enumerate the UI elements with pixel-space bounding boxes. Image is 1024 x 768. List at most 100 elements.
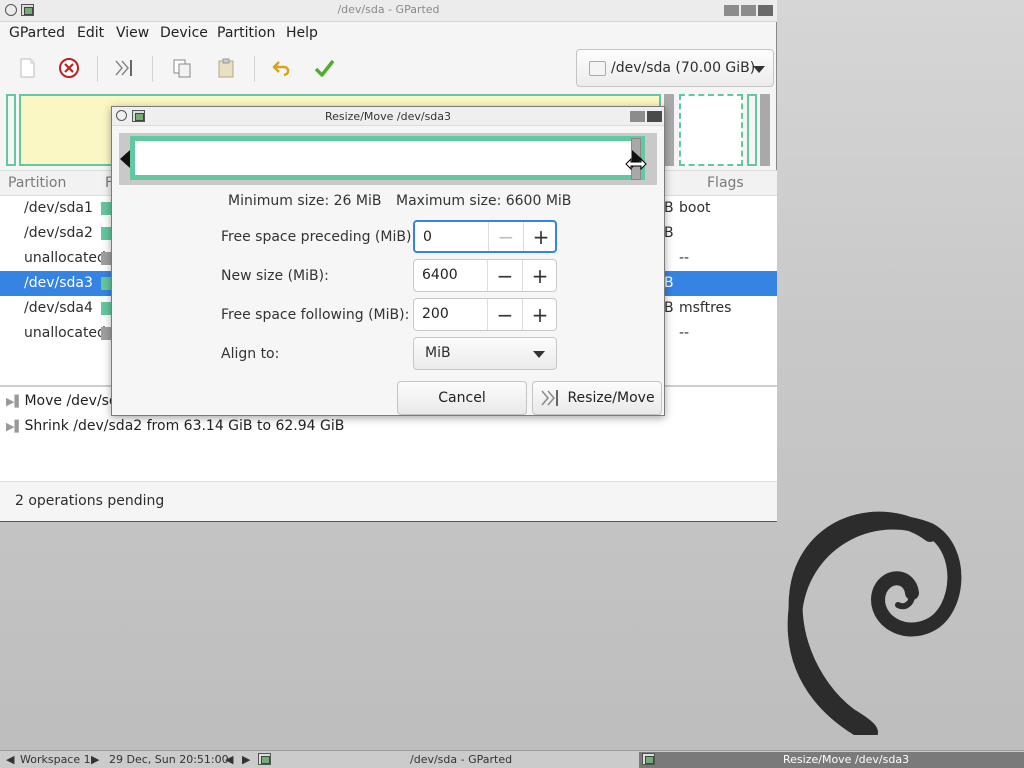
partition-map-segment[interactable] — [747, 94, 757, 166]
resize-move-button[interactable] — [110, 54, 138, 82]
align-to-label: Align to: — [221, 346, 280, 362]
partition-flags: -- — [679, 250, 690, 266]
menu-help[interactable]: Help — [286, 25, 318, 41]
dialog-title: Resize/Move /dev/sda3 — [324, 110, 452, 123]
align-to-value: MiB — [425, 345, 451, 361]
device-selector-label: /dev/sda (70.00 GiB) — [611, 60, 756, 76]
workspace-next-icon[interactable]: ▶ — [91, 753, 99, 766]
column-header-partition[interactable]: Partition — [8, 175, 66, 191]
device-selector[interactable]: /dev/sda (70.00 GiB) — [576, 49, 774, 87]
copy-icon — [173, 59, 191, 78]
minimize-button[interactable] — [724, 5, 739, 16]
close-button[interactable] — [758, 5, 773, 16]
checkmark-icon — [314, 59, 335, 77]
increment-button[interactable]: + — [522, 299, 557, 330]
clock[interactable]: 29 Dec, Sun 20:51:00 — [109, 753, 229, 766]
new-size-spinbutton[interactable]: 6400 − + — [413, 259, 557, 292]
increment-button[interactable]: + — [522, 260, 557, 291]
list-item[interactable]: ▶▌ Move /dev/sd — [6, 393, 118, 409]
list-item[interactable]: ▶▌ Shrink /dev/sda2 from 63.14 GiB to 62… — [6, 418, 344, 434]
chevron-down-icon — [533, 351, 545, 358]
new-partition-button[interactable] — [13, 54, 41, 82]
taskbar-panel: ◀ Workspace 1 ▶ 29 Dec, Sun 20:51:00 ◀ ▶… — [0, 750, 1024, 768]
resize-icon — [115, 60, 132, 76]
toolbar-separator — [152, 56, 153, 82]
free-space-preceding-spinbutton[interactable]: 0 − + — [413, 220, 557, 253]
partition-name: /dev/sda2 — [24, 225, 93, 241]
partition-bar[interactable] — [130, 136, 645, 180]
partition-tail-cell: B — [664, 225, 674, 241]
resize-move-dialog: Resize/Move /dev/sda3 Minimum size: 26 M… — [111, 106, 665, 416]
free-space-preceding-input[interactable]: 0 — [423, 229, 432, 245]
menu-device[interactable]: Device — [160, 25, 208, 41]
column-header-flags[interactable]: Flags — [707, 175, 744, 191]
debian-logo — [787, 511, 962, 735]
partition-name: /dev/sda1 — [24, 200, 93, 216]
undo-icon — [272, 61, 290, 77]
free-space-preceding-label: Free space preceding (MiB): — [221, 229, 417, 245]
cancel-button-label: Cancel — [438, 390, 486, 406]
partition-tail-cell: B — [664, 275, 674, 291]
delete-partition-button[interactable] — [55, 54, 83, 82]
taskbar-item-resize-dialog[interactable]: Resize/Move /dev/sda3 — [639, 752, 1024, 768]
menu-view[interactable]: View — [116, 25, 149, 41]
operation-icon: ▶▌ — [6, 395, 23, 408]
window-titlebar[interactable]: /dev/sda - GParted — [0, 0, 777, 22]
toolbar-separator — [254, 56, 255, 82]
new-size-label: New size (MiB): — [221, 268, 329, 284]
toolbar-separator — [97, 56, 98, 82]
task-prev-icon[interactable]: ◀ — [225, 753, 233, 766]
paste-icon — [218, 58, 234, 78]
dialog-titlebar[interactable]: Resize/Move /dev/sda3 — [112, 107, 664, 126]
partition-name: /dev/sda4 — [24, 300, 93, 316]
menu-partition[interactable]: Partition — [217, 25, 275, 41]
resize-move-button-label: Resize/Move — [567, 390, 655, 406]
operation-text: Move /dev/sd — [24, 393, 118, 409]
partition-name: unallocated — [24, 250, 106, 266]
decrement-button[interactable]: − — [487, 260, 522, 291]
maximum-size-label: Maximum size: 6600 MiB — [396, 193, 572, 209]
minimum-size-label: Minimum size: 26 MiB — [228, 193, 382, 209]
paste-button[interactable] — [212, 54, 240, 82]
increment-button[interactable]: + — [523, 222, 558, 251]
partition-map-unallocated[interactable] — [760, 94, 770, 166]
resize-slider[interactable] — [119, 133, 657, 185]
partition-name: unallocated — [24, 325, 106, 341]
cancel-button[interactable]: Cancel — [397, 381, 527, 415]
window-title: /dev/sda - GParted — [337, 3, 440, 16]
new-document-icon — [20, 58, 35, 78]
resize-icon — [541, 390, 559, 406]
partition-map-selected[interactable] — [679, 94, 743, 166]
left-handle-arrow-icon[interactable] — [120, 150, 130, 168]
taskbar-item-label: Resize/Move /dev/sda3 — [783, 753, 910, 766]
partition-flags: boot — [679, 200, 711, 216]
new-size-input[interactable]: 6400 — [422, 267, 458, 283]
free-space-following-spinbutton[interactable]: 200 − + — [413, 298, 557, 331]
gparted-task-icon — [642, 753, 655, 765]
gparted-task-icon — [258, 753, 271, 765]
undo-button[interactable] — [268, 54, 296, 82]
partition-name: /dev/sda3 — [24, 275, 93, 291]
copy-button[interactable] — [168, 54, 196, 82]
menu-edit[interactable]: Edit — [77, 25, 104, 41]
partition-map-unallocated[interactable] — [664, 94, 674, 166]
free-space-following-input[interactable]: 200 — [422, 306, 449, 322]
harddisk-icon — [589, 61, 606, 76]
maximize-button[interactable] — [741, 5, 756, 16]
menu-gparted[interactable]: GParted — [9, 25, 65, 41]
partition-map-segment[interactable] — [6, 94, 16, 166]
minimize-button[interactable] — [630, 111, 645, 122]
close-button[interactable] — [647, 111, 662, 122]
task-next-icon[interactable]: ▶ — [242, 753, 250, 766]
workspace-prev-icon[interactable]: ◀ — [6, 753, 14, 766]
partition-flags: -- — [679, 325, 690, 341]
apply-button[interactable] — [310, 54, 338, 82]
decrement-button[interactable]: − — [488, 222, 523, 251]
workspace-label[interactable]: Workspace 1 — [20, 753, 91, 766]
taskbar-item-gparted[interactable]: /dev/sda - GParted — [410, 753, 512, 766]
partition-flags: msftres — [679, 300, 732, 316]
decrement-button[interactable]: − — [487, 299, 522, 330]
resize-move-confirm-button[interactable]: Resize/Move — [532, 381, 662, 415]
align-to-combo[interactable]: MiB — [413, 337, 557, 370]
delete-icon — [59, 58, 79, 78]
